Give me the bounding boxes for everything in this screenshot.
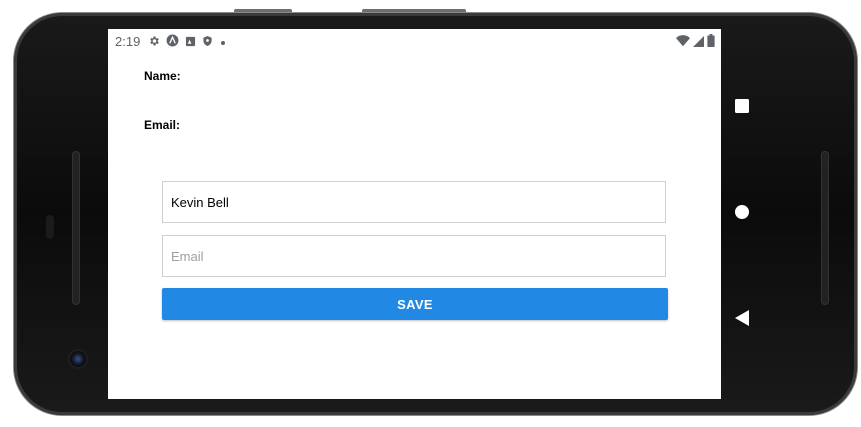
wifi-icon (676, 34, 690, 50)
app-image-icon (185, 35, 196, 50)
status-time: 2:19 (115, 34, 141, 49)
front-camera (70, 351, 86, 367)
square-icon (735, 98, 749, 118)
app-a-icon (166, 34, 179, 50)
email-label: Email: (144, 118, 181, 132)
left-speaker-grille (72, 151, 80, 305)
device-frame-stage: 2:19 Name: Email: Kevin Bell Email SAVE (0, 0, 861, 427)
system-status-icons (676, 34, 715, 50)
name-label: Name: (144, 69, 181, 83)
save-button[interactable]: SAVE (162, 288, 668, 320)
circle-icon (735, 204, 749, 224)
email-input[interactable] (162, 235, 666, 277)
recent-apps-button[interactable] (733, 98, 751, 118)
battery-icon (707, 34, 715, 50)
back-triangle-icon (735, 309, 749, 331)
notification-icons (148, 34, 227, 50)
dot-icon (219, 35, 227, 50)
status-bar: 2:19 (108, 29, 721, 53)
right-speaker-grille (821, 151, 829, 305)
signal-icon (693, 35, 704, 50)
name-input[interactable] (162, 181, 666, 223)
back-button[interactable] (733, 309, 751, 331)
proximity-sensor (46, 215, 54, 239)
settings-gear-icon (148, 35, 160, 50)
device-screen: 2:19 Name: Email: Kevin Bell Email SAVE (108, 29, 721, 399)
home-button[interactable] (733, 204, 751, 224)
shield-icon (202, 35, 213, 50)
